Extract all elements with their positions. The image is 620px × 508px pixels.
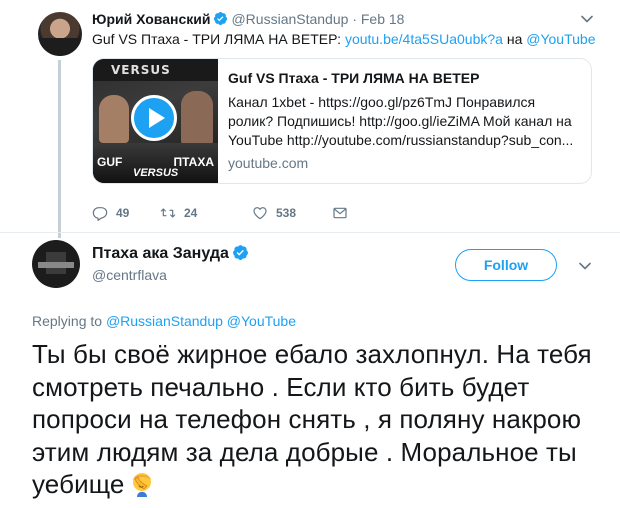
author-handle[interactable]: @RussianStandup <box>231 11 348 27</box>
card-description: Канал 1xbet - https://goo.gl/pz6TmJ Понр… <box>228 94 574 148</box>
retweet-button[interactable]: 24 <box>160 204 197 222</box>
retweet-icon <box>160 208 176 218</box>
play-icon[interactable] <box>131 95 177 141</box>
author-name[interactable]: Юрий Хованский <box>92 11 210 27</box>
follow-button[interactable]: Follow <box>455 249 557 281</box>
envelope-icon <box>333 207 347 219</box>
tweet-date[interactable]: Feb 18 <box>361 11 405 27</box>
parent-tweet: Юрий Хованский @RussianStandup · Feb 18 G… <box>0 0 620 238</box>
mention-link[interactable]: @YouTube <box>227 313 296 329</box>
separator-dot: · <box>352 11 357 27</box>
thumbnail-label-right: ПТАХА <box>173 155 214 169</box>
thumbnail-versus-top: VERSUS <box>111 63 171 77</box>
verified-badge-icon <box>232 245 248 260</box>
tweet-text-prefix: Guf VS Птаха - ТРИ ЛЯМА НА ВЕТЕР: <box>92 31 345 47</box>
card-body: Guf VS Птаха - ТРИ ЛЯМА НА ВЕТЕР Канал 1… <box>228 69 584 172</box>
tweet-header: Юрий Хованский @RussianStandup · Feb 18 <box>92 10 404 28</box>
chevron-down-icon[interactable] <box>580 12 594 26</box>
reply-icon <box>92 207 108 221</box>
thumbnail-person-left <box>99 95 129 143</box>
tweet-divider <box>0 232 620 233</box>
mention-link[interactable]: @YouTube <box>526 31 595 47</box>
thread-connector-line <box>58 60 61 238</box>
thumbnail-versus-bottom: VERSUS <box>133 167 179 179</box>
reply-count: 49 <box>116 206 130 220</box>
avatar[interactable] <box>38 12 82 56</box>
tweet-text: Guf VS Птаха - ТРИ ЛЯМА НА ВЕТЕР: youtu.… <box>92 30 595 48</box>
tweet-text: Ты бы своё жирное ебало захлопнул. На те… <box>32 338 592 501</box>
video-thumbnail[interactable]: VERSUS GUF ПТАХА VERSUS <box>93 59 218 183</box>
link-preview-card[interactable]: VERSUS GUF ПТАХА VERSUS Guf VS Птаха - Т… <box>92 58 592 184</box>
tweet-text-mid: на <box>502 31 527 47</box>
card-title: Guf VS Птаха - ТРИ ЛЯМА НА ВЕТЕР <box>228 70 480 86</box>
heart-icon <box>253 207 267 220</box>
tweet-link[interactable]: youtu.be/4ta5SUa0ubk?a <box>345 31 503 47</box>
reply-button[interactable]: 49 <box>92 204 129 222</box>
tweet-body: Ты бы своё жирное ебало захлопнул. На те… <box>32 339 592 499</box>
like-count: 538 <box>276 206 297 220</box>
verified-badge-icon <box>214 11 228 26</box>
author-name[interactable]: Птаха ака Зануда <box>92 245 229 262</box>
replying-to-line: Replying to @RussianStandup @YouTube <box>32 312 296 330</box>
thumbnail-person-right <box>181 91 213 145</box>
facepalm-emoji-icon <box>133 473 152 497</box>
card-domain: youtube.com <box>228 155 309 171</box>
like-button[interactable]: 538 <box>252 204 296 222</box>
retweet-count: 24 <box>184 206 198 220</box>
avatar[interactable] <box>32 240 80 288</box>
replying-to-prefix: Replying to <box>32 313 106 329</box>
direct-message-button[interactable] <box>332 204 356 222</box>
mention-link[interactable]: @RussianStandup <box>106 313 223 329</box>
author-name-row: Птаха ака Зануда <box>92 244 252 264</box>
thumbnail-label-left: GUF <box>97 155 123 169</box>
chevron-down-icon[interactable] <box>578 259 592 273</box>
author-handle[interactable]: @centrflava <box>92 266 167 284</box>
